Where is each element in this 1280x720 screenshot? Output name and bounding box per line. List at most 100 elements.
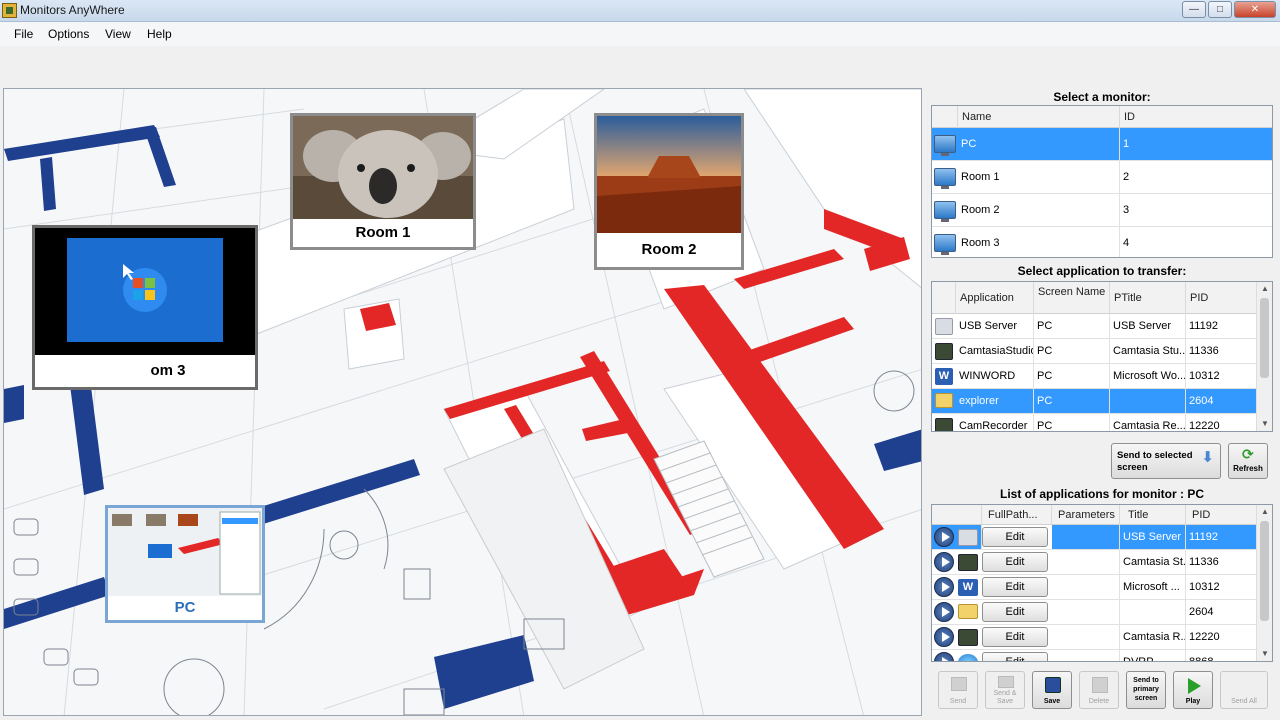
monitor-applications-grid[interactable]: FullPath... Parameters Title PID Edit US…	[931, 504, 1273, 662]
window-controls: — □ ✕	[1182, 1, 1276, 18]
column-pid: PID	[1186, 505, 1258, 525]
scroll-thumb[interactable]	[1260, 298, 1269, 378]
application-grid[interactable]: Application Screen Name PTitle PID USB S…	[931, 281, 1273, 432]
play-app-icon[interactable]	[934, 577, 954, 597]
monitor-application-row[interactable]: Edit DVRP... 8868	[932, 650, 1272, 661]
maximize-button[interactable]: □	[1208, 1, 1232, 18]
delete-button[interactable]: Delete	[1079, 671, 1119, 709]
usb-server-icon	[958, 529, 978, 546]
play-app-icon[interactable]	[934, 652, 954, 661]
row-header-cell	[932, 106, 958, 128]
scroll-thumb[interactable]	[1260, 521, 1269, 621]
parameters-cell	[1052, 550, 1120, 574]
application-name: USB Server	[956, 314, 1034, 338]
play-app-icon[interactable]	[934, 627, 954, 647]
scroll-up-icon[interactable]: ▲	[1257, 282, 1272, 296]
process-title: Camtasia Re...	[1110, 414, 1186, 431]
save-label: Save	[1043, 698, 1061, 705]
scroll-down-icon[interactable]: ▼	[1257, 417, 1272, 431]
play-app-icon[interactable]	[934, 552, 954, 572]
monitor-row[interactable]: Room 3 4	[932, 227, 1272, 257]
app-pid: 11336	[1186, 550, 1258, 574]
monitor-application-row[interactable]: Edit Camtasia R... 12220	[932, 625, 1272, 650]
send-to-selected-screen-button[interactable]: Send to selected screen ⬇	[1111, 443, 1221, 479]
application-grid-scrollbar[interactable]: ▲ ▼	[1256, 282, 1272, 431]
send-to-primary-screen-button[interactable]: Send to primary screen	[1126, 671, 1166, 709]
menu-bar: File Options View Help	[0, 22, 1280, 46]
app-icon	[2, 3, 17, 18]
edit-button[interactable]: Edit	[982, 577, 1048, 597]
screen-name: PC	[1034, 364, 1110, 388]
row-header-cell	[932, 505, 982, 525]
column-screen-name: Screen Name	[1034, 282, 1110, 314]
monitor-id: 1	[1120, 128, 1272, 160]
monitor-grid[interactable]: Name ID PC 1 Room 1 2 Room 2 3 Room 3 4	[931, 105, 1273, 258]
parameters-cell	[1052, 600, 1120, 624]
play-button[interactable]: Play	[1173, 671, 1213, 709]
app-pid: 10312	[1186, 575, 1258, 599]
edit-button[interactable]: Edit	[982, 627, 1048, 647]
application-row[interactable]: CamtasiaStudio PC Camtasia Stu... 11336	[932, 339, 1272, 364]
application-row[interactable]: CamRecorder PC Camtasia Re... 12220	[932, 414, 1272, 431]
delete-label: Delete	[1088, 698, 1110, 705]
monitor-application-row[interactable]: Edit 2604	[932, 600, 1272, 625]
refresh-button[interactable]: ⟳ Refresh	[1228, 443, 1268, 479]
monitor-id: 2	[1120, 161, 1272, 193]
monitor-row[interactable]: PC 1	[932, 128, 1272, 161]
process-id: 12220	[1186, 414, 1258, 431]
monitor-card-room-1[interactable]: Room 1	[290, 113, 476, 250]
app-title: Camtasia R...	[1120, 625, 1186, 649]
browser-icon	[958, 654, 978, 661]
app-pid: 12220	[1186, 625, 1258, 649]
menu-view[interactable]: View	[105, 27, 131, 41]
screen-name: PC	[1034, 339, 1110, 363]
edit-button[interactable]: Edit	[982, 552, 1048, 572]
play-app-icon[interactable]	[934, 527, 954, 547]
edit-button[interactable]: Edit	[982, 652, 1048, 661]
process-title: Microsoft Wo...	[1110, 364, 1186, 388]
application-name: WINWORD	[956, 364, 1034, 388]
process-id: 11336	[1186, 339, 1258, 363]
send-button[interactable]: Send	[938, 671, 978, 709]
scroll-up-icon[interactable]: ▲	[1257, 505, 1272, 519]
monitor-row[interactable]: Room 2 3	[932, 194, 1272, 227]
menu-file[interactable]: File	[14, 27, 33, 41]
monitor-apps-title: List of applications for monitor : PC	[1000, 487, 1204, 501]
usb-server-icon	[935, 318, 953, 335]
menu-help[interactable]: Help	[147, 27, 172, 41]
close-button[interactable]: ✕	[1234, 1, 1276, 18]
play-app-icon[interactable]	[934, 602, 954, 622]
monitor-icon	[934, 135, 956, 156]
save-button[interactable]: Save	[1032, 671, 1072, 709]
parameters-cell	[1052, 575, 1120, 599]
monitor-card-pc[interactable]: PC	[105, 505, 265, 623]
application-row[interactable]: USB Server PC USB Server 11192	[932, 314, 1272, 339]
monitor-application-row[interactable]: Edit USB Server 11192	[932, 525, 1272, 550]
monitor-card-room-2[interactable]: Room 2	[594, 113, 744, 270]
floor-plan-view[interactable]: Room 1 Room 2 om 3 PC	[3, 88, 922, 716]
application-name: CamtasiaStudio	[956, 339, 1034, 363]
monitor-card-room-3[interactable]: om 3	[32, 225, 258, 390]
send-all-button[interactable]: Send All	[1220, 671, 1268, 709]
edit-button[interactable]: Edit	[982, 602, 1048, 622]
monitor-row[interactable]: Room 1 2	[932, 161, 1272, 194]
monitor-application-row[interactable]: Edit Camtasia St... 11336	[932, 550, 1272, 575]
column-parameters: Parameters	[1052, 505, 1120, 525]
camrecorder-icon	[935, 418, 953, 431]
title-bar: Monitors AnyWhere — □ ✕	[0, 0, 1280, 22]
column-ptitle: PTitle	[1110, 282, 1186, 314]
application-row[interactable]: explorer PC 2604	[932, 389, 1272, 414]
application-row[interactable]: W WINWORD PC Microsoft Wo... 10312	[932, 364, 1272, 389]
scroll-down-icon[interactable]: ▼	[1257, 647, 1272, 661]
minimize-button[interactable]: —	[1182, 1, 1206, 18]
app-pid: 11192	[1186, 525, 1258, 549]
monitor-id: 4	[1120, 227, 1272, 257]
monitor-application-row[interactable]: W Edit Microsoft ... 10312	[932, 575, 1272, 600]
camtasia-icon	[958, 554, 978, 571]
word-icon: W	[958, 579, 978, 596]
monitor-applications-scrollbar[interactable]: ▲ ▼	[1256, 505, 1272, 661]
edit-button[interactable]: Edit	[982, 527, 1048, 547]
menu-options[interactable]: Options	[48, 27, 89, 41]
send-and-save-button[interactable]: Send & Save	[985, 671, 1025, 709]
send-icon	[951, 677, 967, 691]
